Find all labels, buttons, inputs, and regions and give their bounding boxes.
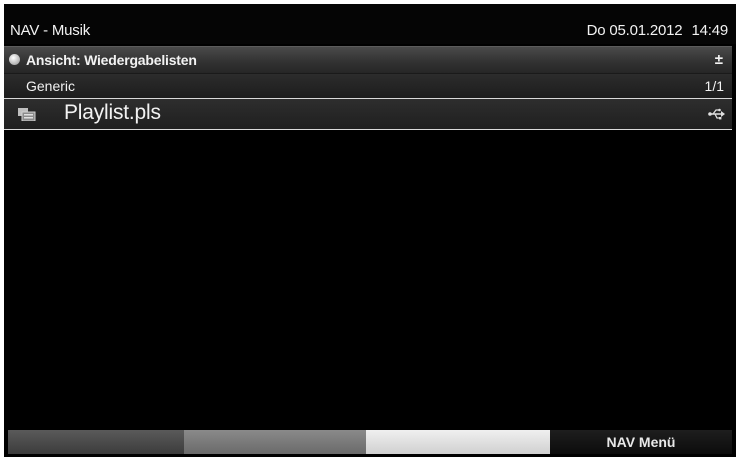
current-folder: Generic — [26, 78, 76, 94]
bullet-icon — [9, 54, 20, 65]
tv-screen: NAV - Musik Do 05.01.2012 14:49 Ansicht: … — [4, 4, 736, 457]
green-key-button[interactable] — [184, 430, 366, 454]
color-key-bar: NAV Menü — [4, 428, 736, 457]
page-indicator: 1/1 — [704, 78, 724, 94]
date-time: Do 05.01.2012 14:49 — [586, 22, 729, 39]
red-key-button[interactable] — [8, 430, 184, 454]
current-time: 14:49 — [691, 22, 728, 39]
view-label: Ansicht: Wiedergabelisten — [26, 52, 197, 68]
current-date: Do 05.01.2012 — [586, 22, 683, 39]
screen-title: NAV - Musik — [10, 22, 91, 39]
usb-icon — [708, 108, 725, 120]
file-name: Playlist.pls — [64, 101, 161, 124]
nav-menu-button[interactable]: NAV Menü — [550, 430, 732, 454]
view-selector[interactable]: Ansicht: Wiedergabelisten ± — [4, 46, 732, 74]
plus-minus-icon[interactable]: ± — [715, 51, 723, 68]
nav-menu-label: NAV Menü — [606, 434, 676, 450]
file-list: Playlist.pls — [4, 98, 732, 130]
yellow-key-button[interactable] — [366, 430, 550, 454]
list-item[interactable]: Playlist.pls — [4, 98, 732, 130]
path-bar: Generic 1/1 — [4, 74, 732, 98]
title-bar: NAV - Musik Do 05.01.2012 14:49 — [4, 4, 736, 44]
playlist-file-icon — [18, 108, 36, 121]
